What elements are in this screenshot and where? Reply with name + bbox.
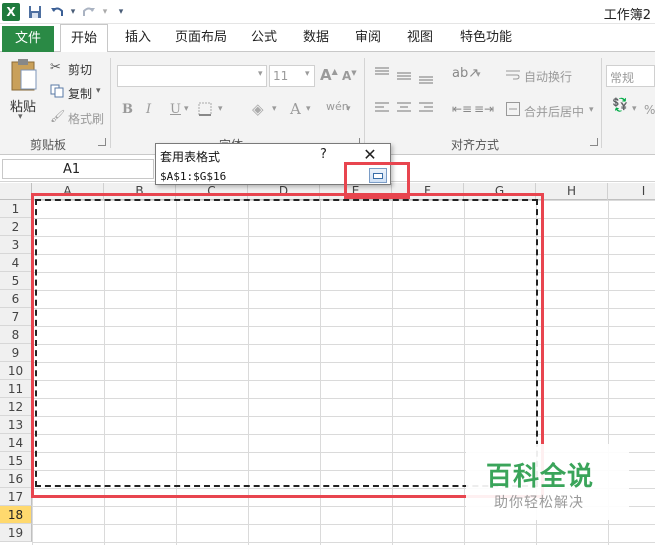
accounting-dropdown-icon[interactable]: ▾ — [632, 104, 637, 114]
range-input[interactable] — [158, 168, 344, 184]
row-header-17[interactable]: 17 — [0, 488, 32, 506]
phonetic-dropdown-icon[interactable]: ▾ — [346, 104, 351, 114]
font-name-dropdown-icon[interactable]: ▾ — [258, 69, 263, 79]
tab-data[interactable]: 数据 — [296, 24, 336, 52]
watermark-title: 百科全说 — [486, 462, 595, 492]
font-color-dropdown-icon[interactable]: ▾ — [306, 104, 311, 114]
tab-review[interactable]: 审阅 — [348, 24, 388, 52]
row-header-4[interactable]: 4 — [0, 254, 32, 272]
percent-button[interactable]: % — [644, 103, 655, 117]
row-header-13[interactable]: 13 — [0, 416, 32, 434]
row-header-11[interactable]: 11 — [0, 380, 32, 398]
row-header-19[interactable]: 19 — [0, 524, 32, 542]
row-header-5[interactable]: 5 — [0, 272, 32, 290]
paste-button[interactable]: 粘贴 — [10, 96, 36, 115]
underline-button[interactable]: U — [170, 102, 181, 117]
row-header-3[interactable]: 3 — [0, 236, 32, 254]
border-icon[interactable] — [198, 102, 212, 120]
align-top-icon[interactable] — [375, 67, 389, 83]
merge-center-icon — [506, 102, 520, 120]
copy-button[interactable]: 复制 — [68, 85, 92, 102]
wrap-text-button[interactable]: 自动换行 — [524, 68, 572, 85]
column-header-i[interactable]: I — [608, 183, 655, 200]
name-box[interactable]: A1 — [2, 159, 154, 179]
row-header-7[interactable]: 7 — [0, 308, 32, 326]
row-header-16[interactable]: 16 — [0, 470, 32, 488]
ribbon: 粘贴 ▾ ✂ 剪切 复制 ▾ 🖌 格式刷 剪贴板 ▾ 11 ▾ A▲ A▼ B … — [0, 52, 655, 155]
row-header-1[interactable]: 1 — [0, 200, 32, 218]
row-header-14[interactable]: 14 — [0, 434, 32, 452]
tab-insert[interactable]: 插入 — [118, 24, 158, 52]
format-painter-button[interactable]: 格式刷 — [68, 110, 104, 127]
tab-home[interactable]: 开始 — [60, 24, 108, 53]
bold-button[interactable]: B — [122, 102, 133, 117]
decrease-indent-icon[interactable]: ⇤≡ — [452, 102, 472, 116]
window-title: 工作簿2 — [603, 8, 651, 23]
fill-color-icon[interactable]: ◈ — [252, 100, 264, 118]
column-header-h[interactable]: H — [536, 183, 608, 200]
name-box-value: A1 — [63, 162, 81, 177]
clipboard-dialog-launcher[interactable] — [98, 138, 106, 146]
orientation-dropdown-icon[interactable]: ▾ — [476, 70, 481, 80]
font-size-dropdown-icon[interactable]: ▾ — [305, 69, 310, 79]
align-bottom-icon[interactable] — [419, 72, 433, 88]
accounting-format-icon[interactable]: 💱 — [612, 98, 628, 113]
align-middle-icon[interactable] — [397, 70, 411, 86]
decrease-font-icon[interactable]: A▼ — [342, 69, 357, 83]
tab-file[interactable]: 文件 — [2, 26, 54, 52]
paste-dropdown-icon[interactable]: ▾ — [18, 112, 23, 122]
select-all-corner[interactable] — [0, 183, 32, 200]
copy-dropdown-icon[interactable]: ▾ — [96, 86, 101, 96]
merge-dropdown-icon[interactable]: ▾ — [589, 105, 594, 115]
excel-logo-icon: X — [2, 3, 20, 21]
quick-access-toolbar: X ▾ ▾ ▾ 工作簿2 — [0, 0, 655, 24]
number-format-value: 常规 — [610, 71, 635, 85]
watermark: 百科全说 助你轻松解决 — [466, 444, 629, 520]
increase-indent-icon[interactable]: ≡⇥ — [474, 102, 494, 116]
group-separator — [110, 58, 111, 148]
merge-center-button[interactable]: 合并后居中 — [524, 103, 584, 120]
tab-special-features[interactable]: 特色功能 — [454, 24, 518, 52]
align-center-icon[interactable] — [397, 102, 411, 118]
row-header-18[interactable]: 18 — [0, 506, 32, 524]
customize-qat-icon[interactable]: ▾ — [112, 3, 130, 21]
tab-view[interactable]: 视图 — [400, 24, 440, 52]
increase-font-icon[interactable]: A▲ — [320, 66, 338, 84]
row-header-15[interactable]: 15 — [0, 452, 32, 470]
save-icon[interactable] — [26, 3, 44, 21]
copy-icon — [50, 84, 64, 102]
alignment-dialog-launcher[interactable] — [590, 138, 598, 146]
border-dropdown-icon[interactable]: ▾ — [218, 104, 223, 114]
fill-color-dropdown-icon[interactable]: ▾ — [272, 104, 277, 114]
tab-page-layout[interactable]: 页面布局 — [170, 24, 232, 52]
alignment-group-label: 对齐方式 — [450, 138, 499, 152]
row-header-2[interactable]: 2 — [0, 218, 32, 236]
scissors-icon: ✂ — [50, 60, 61, 75]
row-header-9[interactable]: 9 — [0, 344, 32, 362]
watermark-subtitle: 助你轻松解决 — [494, 495, 584, 511]
font-color-icon[interactable]: A — [290, 100, 301, 118]
italic-button[interactable]: I — [146, 102, 151, 117]
font-name-select[interactable] — [117, 65, 267, 87]
dialog-title: 套用表格式 — [160, 150, 221, 164]
clipboard-group-label: 剪贴板 — [29, 138, 66, 152]
format-painter-icon: 🖌 — [50, 109, 66, 123]
group-separator — [601, 58, 602, 148]
underline-dropdown-icon[interactable]: ▾ — [184, 104, 189, 114]
align-left-icon[interactable] — [375, 102, 389, 118]
row-header-8[interactable]: 8 — [0, 326, 32, 344]
help-button[interactable]: ? — [320, 147, 327, 162]
group-separator — [364, 58, 365, 148]
paste-icon[interactable] — [10, 58, 38, 96]
align-right-icon[interactable] — [419, 102, 433, 118]
row-header-10[interactable]: 10 — [0, 362, 32, 380]
wrap-text-icon — [506, 68, 520, 86]
row-header-12[interactable]: 12 — [0, 398, 32, 416]
ribbon-tabs: 文件 开始 插入 页面布局 公式 数据 审阅 视图 特色功能 — [0, 24, 655, 53]
cut-button[interactable]: 剪切 — [68, 61, 92, 78]
tab-formulas[interactable]: 公式 — [244, 24, 284, 52]
row-header-6[interactable]: 6 — [0, 290, 32, 308]
collapse-button-highlight-box — [344, 162, 410, 199]
font-size-value: 11 — [273, 69, 289, 83]
